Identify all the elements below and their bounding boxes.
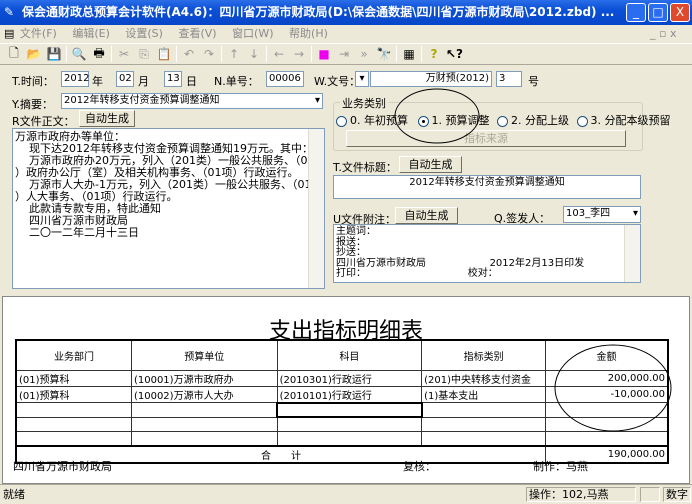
annotation-circle-budget-adjust [394,88,480,144]
status-operator: 操作：102,马燕 [526,487,636,502]
status-empty-pane [640,487,660,502]
annotation-circle-amount [554,344,672,432]
status-numlock: 数字 [663,487,691,502]
status-bar: 就绪 操作：102,马燕 数字 [0,484,692,503]
status-ready: 就绪 [3,488,25,501]
annotation-circles [394,88,672,432]
